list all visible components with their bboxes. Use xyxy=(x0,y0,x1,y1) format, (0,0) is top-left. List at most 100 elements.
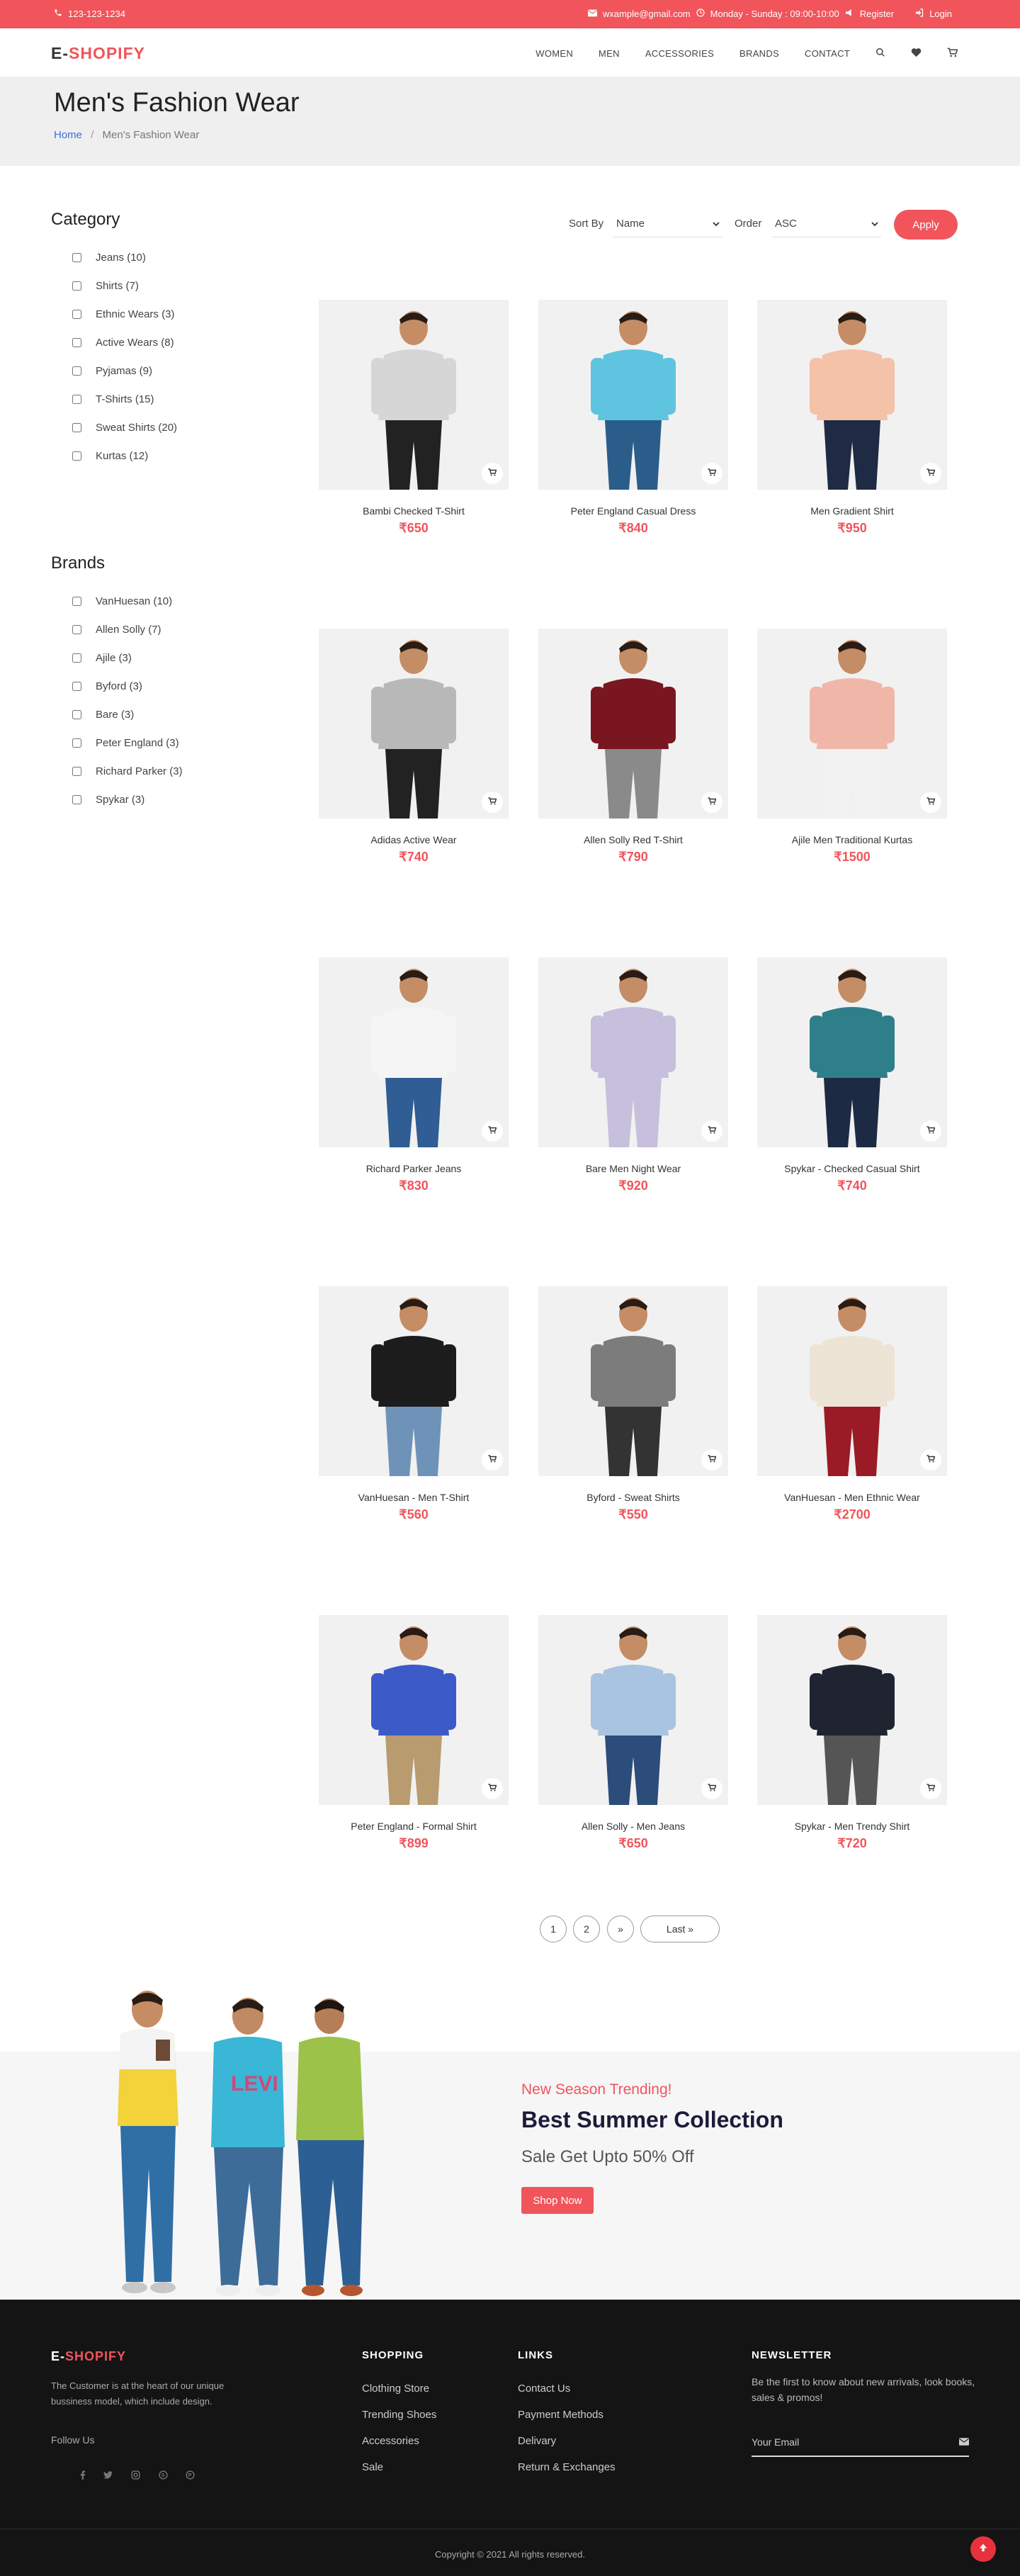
product-card[interactable]: Richard Parker Jeans ₹830 xyxy=(319,957,509,1193)
add-to-cart-button[interactable] xyxy=(701,463,722,484)
product-image[interactable] xyxy=(319,1286,509,1476)
brand-item[interactable]: Spykar (3) xyxy=(72,785,183,814)
brand-checkbox[interactable] xyxy=(72,681,81,691)
brand-item[interactable]: Allen Solly (7) xyxy=(72,615,183,643)
add-to-cart-button[interactable] xyxy=(701,1120,722,1142)
category-item[interactable]: Jeans (10) xyxy=(72,243,177,271)
back-to-top-button[interactable] xyxy=(970,2536,996,2562)
order-select[interactable]: ASC xyxy=(772,210,881,237)
product-card[interactable]: Byford - Sweat Shirts ₹550 xyxy=(538,1286,728,1522)
product-name[interactable]: VanHuesan - Men Ethnic Wear xyxy=(757,1492,947,1503)
brand-item[interactable]: Byford (3) xyxy=(72,672,183,700)
product-card[interactable]: Adidas Active Wear ₹740 xyxy=(319,629,509,865)
product-card[interactable]: Bare Men Night Wear ₹920 xyxy=(538,957,728,1193)
category-item[interactable]: T-Shirts (15) xyxy=(72,385,177,413)
add-to-cart-button[interactable] xyxy=(482,1120,503,1142)
site-logo[interactable]: E-SHOPIFY xyxy=(51,44,145,63)
brand-checkbox[interactable] xyxy=(72,653,81,663)
product-card[interactable]: Peter England Casual Dress ₹840 xyxy=(538,300,728,536)
product-card[interactable]: Peter England - Formal Shirt ₹899 xyxy=(319,1615,509,1851)
brand-item[interactable]: Ajile (3) xyxy=(72,643,183,672)
nav-contact[interactable]: CONTACT xyxy=(805,48,850,59)
product-image[interactable] xyxy=(319,300,509,490)
category-item[interactable]: Pyjamas (9) xyxy=(72,356,177,385)
brand-checkbox[interactable] xyxy=(72,596,81,606)
add-to-cart-button[interactable] xyxy=(482,463,503,484)
product-card[interactable]: VanHuesan - Men T-Shirt ₹560 xyxy=(319,1286,509,1522)
product-name[interactable]: Bambi Checked T-Shirt xyxy=(319,505,509,517)
product-name[interactable]: Men Gradient Shirt xyxy=(757,505,947,517)
next-page-button[interactable]: » xyxy=(607,1916,634,1942)
product-image[interactable] xyxy=(538,1615,728,1805)
brand-checkbox[interactable] xyxy=(72,709,81,719)
footer-link[interactable]: Delivary xyxy=(518,2435,616,2461)
product-card[interactable]: Allen Solly Red T-Shirt ₹790 xyxy=(538,629,728,865)
product-card[interactable]: Spykar - Men Trendy Shirt ₹720 xyxy=(757,1615,947,1851)
brand-checkbox[interactable] xyxy=(72,738,81,748)
login-link[interactable]: Login xyxy=(929,9,952,19)
product-card[interactable]: Spykar - Checked Casual Shirt ₹740 xyxy=(757,957,947,1193)
sort-select[interactable]: Name xyxy=(613,210,722,237)
category-checkbox[interactable] xyxy=(72,309,81,319)
nav-accessories[interactable]: ACCESSORIES xyxy=(645,48,714,59)
product-image[interactable] xyxy=(319,629,509,819)
category-checkbox[interactable] xyxy=(72,252,81,262)
facebook-icon[interactable] xyxy=(76,2468,90,2482)
category-checkbox[interactable] xyxy=(72,366,81,376)
add-to-cart-button[interactable] xyxy=(920,792,941,813)
page-2-button[interactable]: 2 xyxy=(573,1916,600,1942)
product-name[interactable]: Peter England Casual Dress xyxy=(538,505,728,517)
product-image[interactable] xyxy=(319,957,509,1147)
product-image[interactable] xyxy=(538,957,728,1147)
product-card[interactable]: Men Gradient Shirt ₹950 xyxy=(757,300,947,536)
add-to-cart-button[interactable] xyxy=(482,1778,503,1799)
product-name[interactable]: VanHuesan - Men T-Shirt xyxy=(319,1492,509,1503)
category-checkbox[interactable] xyxy=(72,394,81,404)
product-name[interactable]: Ajile Men Traditional Kurtas xyxy=(757,834,947,845)
footer-logo[interactable]: E-SHOPIFY xyxy=(51,2349,126,2364)
pinterest-icon[interactable]: P xyxy=(183,2468,197,2482)
product-name[interactable]: Spykar - Men Trendy Shirt xyxy=(757,1821,947,1832)
product-image[interactable] xyxy=(757,1615,947,1805)
product-card[interactable]: VanHuesan - Men Ethnic Wear ₹2700 xyxy=(757,1286,947,1522)
add-to-cart-button[interactable] xyxy=(701,1449,722,1470)
brand-item[interactable]: Richard Parker (3) xyxy=(72,757,183,785)
add-to-cart-button[interactable] xyxy=(482,792,503,813)
breadcrumb-home[interactable]: Home xyxy=(54,129,82,141)
category-checkbox[interactable] xyxy=(72,337,81,347)
search-icon[interactable] xyxy=(876,47,885,60)
cart-icon[interactable] xyxy=(947,47,958,60)
product-name[interactable]: Allen Solly - Men Jeans xyxy=(538,1821,728,1832)
footer-link[interactable]: Contact Us xyxy=(518,2383,616,2409)
add-to-cart-button[interactable] xyxy=(701,792,722,813)
product-name[interactable]: Bare Men Night Wear xyxy=(538,1163,728,1174)
category-checkbox[interactable] xyxy=(72,422,81,432)
nav-men[interactable]: MEN xyxy=(599,48,620,59)
product-card[interactable]: Allen Solly - Men Jeans ₹650 xyxy=(538,1615,728,1851)
category-item[interactable]: Active Wears (8) xyxy=(72,328,177,356)
product-image[interactable] xyxy=(757,300,947,490)
product-image[interactable] xyxy=(757,1286,947,1476)
instagram-icon[interactable] xyxy=(128,2468,142,2482)
category-checkbox[interactable] xyxy=(72,281,81,291)
add-to-cart-button[interactable] xyxy=(920,1449,941,1470)
brand-checkbox[interactable] xyxy=(72,794,81,804)
product-image[interactable] xyxy=(757,957,947,1147)
brand-item[interactable]: Peter England (3) xyxy=(72,729,183,757)
product-image[interactable] xyxy=(319,1615,509,1805)
brand-checkbox[interactable] xyxy=(72,766,81,776)
footer-link[interactable]: Sale xyxy=(362,2461,436,2487)
product-image[interactable] xyxy=(538,300,728,490)
register-link[interactable]: Register xyxy=(860,9,894,19)
category-item[interactable]: Kurtas (12) xyxy=(72,441,177,470)
product-name[interactable]: Byford - Sweat Shirts xyxy=(538,1492,728,1503)
newsletter-email-input[interactable]: Your Email xyxy=(752,2429,969,2457)
product-image[interactable] xyxy=(757,629,947,819)
skype-icon[interactable]: S xyxy=(156,2468,170,2482)
product-name[interactable]: Peter England - Formal Shirt xyxy=(319,1821,509,1832)
product-card[interactable]: Bambi Checked T-Shirt ₹650 xyxy=(319,300,509,536)
add-to-cart-button[interactable] xyxy=(482,1449,503,1470)
nav-women[interactable]: WOMEN xyxy=(536,48,573,59)
footer-link[interactable]: Return & Exchanges xyxy=(518,2461,616,2487)
add-to-cart-button[interactable] xyxy=(701,1778,722,1799)
